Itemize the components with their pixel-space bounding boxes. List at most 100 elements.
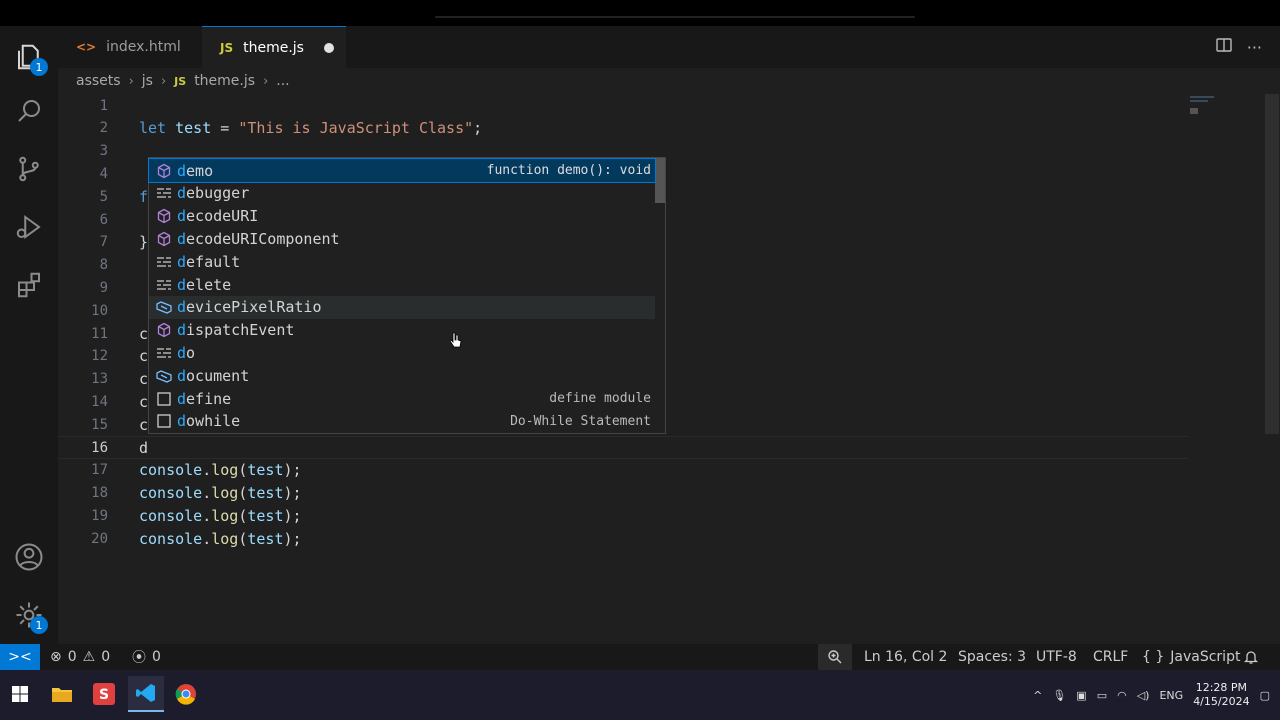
unsaved-dot-icon[interactable] [324,43,334,53]
code-line[interactable]: 1 [58,94,1188,117]
line-number: 3 [99,143,108,160]
ports-indicator[interactable]: ⦿ 0 [132,644,161,670]
suggestion-item[interactable]: decodeURIComponent [149,227,655,250]
line-endings[interactable]: CRLF [1093,644,1128,670]
suggestion-item[interactable]: document [149,364,655,387]
keyword-icon [153,185,175,201]
cursor-position[interactable]: Ln 16, Col 2 [864,644,947,670]
snippet-square-icon [153,391,175,407]
suggestion-item[interactable]: dispatchEvent [149,319,655,342]
volume-icon[interactable]: ◁) [1137,689,1150,702]
line-number: 1 [99,97,108,114]
notifications-bell-icon[interactable] [1244,644,1258,670]
editor-scrollbar[interactable] [1265,94,1279,434]
vscode-app-icon[interactable] [128,676,164,712]
tab-label: index.html [106,39,181,55]
suggestion-item[interactable]: devicePixelRatio [149,295,655,319]
battery-icon[interactable]: ▭ [1097,689,1107,702]
language-indicator[interactable]: ENG [1159,689,1183,702]
problems-indicator[interactable]: ⊗ 0 ⚠ 0 [50,644,110,670]
account-icon[interactable] [12,540,46,574]
line-text: console.log(test); [139,484,302,503]
js-file-icon: JS [220,40,234,55]
suggestion-item[interactable]: demo function demo(): void [148,158,656,183]
suggestion-detail: define module [549,391,651,406]
js-file-icon: JS [174,74,187,88]
tab-index-html[interactable]: <> index.html [58,26,202,68]
line-number: 15 [91,416,108,433]
suggestion-label: delete [177,275,232,294]
suggestion-item[interactable]: define define module [149,387,655,410]
suggest-scrollbar[interactable] [655,158,665,203]
svg-text:S: S [99,687,109,703]
os-taskbar: S ^ 🎙 ▣ ▭ ◠ ◁) ENG 12:28 PM 4/15/2024 ▢ [0,670,1280,720]
code-line[interactable]: 19 console.log(test); [58,504,1188,527]
breadcrumb-symbol[interactable]: ... [276,73,289,89]
search-icon[interactable] [12,94,46,128]
suggestion-item[interactable]: do [149,341,655,364]
suggestion-item[interactable]: default [149,250,655,273]
code-line[interactable]: 16 d [58,436,1188,459]
error-count: 0 [67,649,77,665]
breadcrumb-assets[interactable]: assets [76,73,121,89]
line-number: 13 [91,371,108,388]
suggestion-label: debugger [177,184,250,203]
wifi-icon[interactable]: ◠ [1117,689,1127,702]
breadcrumb-file[interactable]: theme.js [194,73,255,89]
indentation[interactable]: Spaces: 3 [958,644,1026,670]
split-editor-icon[interactable] [1215,36,1233,58]
settings-gear-icon[interactable]: 1 [12,598,48,634]
camera-icon[interactable]: ▣ [1076,689,1086,702]
suggestion-item[interactable]: delete [149,273,655,296]
notification-center-icon[interactable]: ▢ [1260,689,1270,702]
source-control-icon[interactable] [12,152,46,186]
file-explorer-icon[interactable] [44,676,80,712]
snippet-square-icon [153,413,175,429]
method-cube-icon [153,231,175,247]
suggestion-label: devicePixelRatio [177,298,322,317]
line-text: let test = "This is JavaScript Class"; [139,119,483,138]
encoding[interactable]: UTF-8 [1036,644,1077,670]
code-line[interactable]: 17 console.log(test); [58,459,1188,482]
error-icon: ⊗ [50,649,62,665]
suggestion-label: demo [177,161,214,180]
line-number: 12 [91,348,108,365]
suggestion-item[interactable]: debugger [149,182,655,205]
code-line[interactable]: 20 console.log(test); [58,527,1188,550]
windows-start-icon[interactable] [2,676,38,712]
explorer-badge: 1 [30,58,48,76]
line-text: console.log(test); [139,529,302,548]
line-number: 16 [91,439,108,456]
editor-actions: ··· [1215,36,1262,58]
line-number: 11 [91,325,108,342]
line-number: 7 [99,234,108,251]
tab-theme-js[interactable]: JS theme.js [202,26,346,68]
breadcrumb-js[interactable]: js [142,73,153,89]
chevron-up-icon[interactable]: ^ [1033,689,1042,702]
language-mode[interactable]: { } JavaScript [1142,644,1240,670]
sublime-app-icon[interactable]: S [86,676,122,712]
clock[interactable]: 12:28 PM 4/15/2024 [1193,681,1249,709]
chrome-app-icon[interactable] [168,676,204,712]
microphone-icon[interactable]: 🎙 [1052,689,1066,702]
status-bar: >< ⊗ 0 ⚠ 0 ⦿ 0 Ln 16, Col 2 Spaces: 3 UTF-8… [0,644,1280,670]
explorer-icon[interactable]: 1 [12,40,48,76]
zoom-icon[interactable] [818,644,852,670]
run-debug-icon[interactable] [12,210,46,244]
suggestion-item[interactable]: dowhile Do-While Statement [149,410,655,433]
code-line[interactable]: 2 let test = "This is JavaScript Class"; [58,117,1188,140]
variable-icon [153,299,175,315]
line-number: 2 [99,120,108,137]
braces-icon: { } [1142,649,1165,665]
line-text: } [139,233,149,252]
more-actions-icon[interactable]: ··· [1247,38,1262,57]
line-text: console.log(test); [139,506,302,525]
code-line[interactable]: 18 console.log(test); [58,482,1188,505]
remote-indicator-icon[interactable]: >< [0,644,40,670]
minimap[interactable] [1188,94,1218,134]
mouse-pointer-icon [449,332,462,352]
suggestion-item[interactable]: decodeURI [149,205,655,228]
line-number: 8 [99,257,108,274]
line-number: 17 [91,462,108,479]
extensions-icon[interactable] [12,268,46,302]
